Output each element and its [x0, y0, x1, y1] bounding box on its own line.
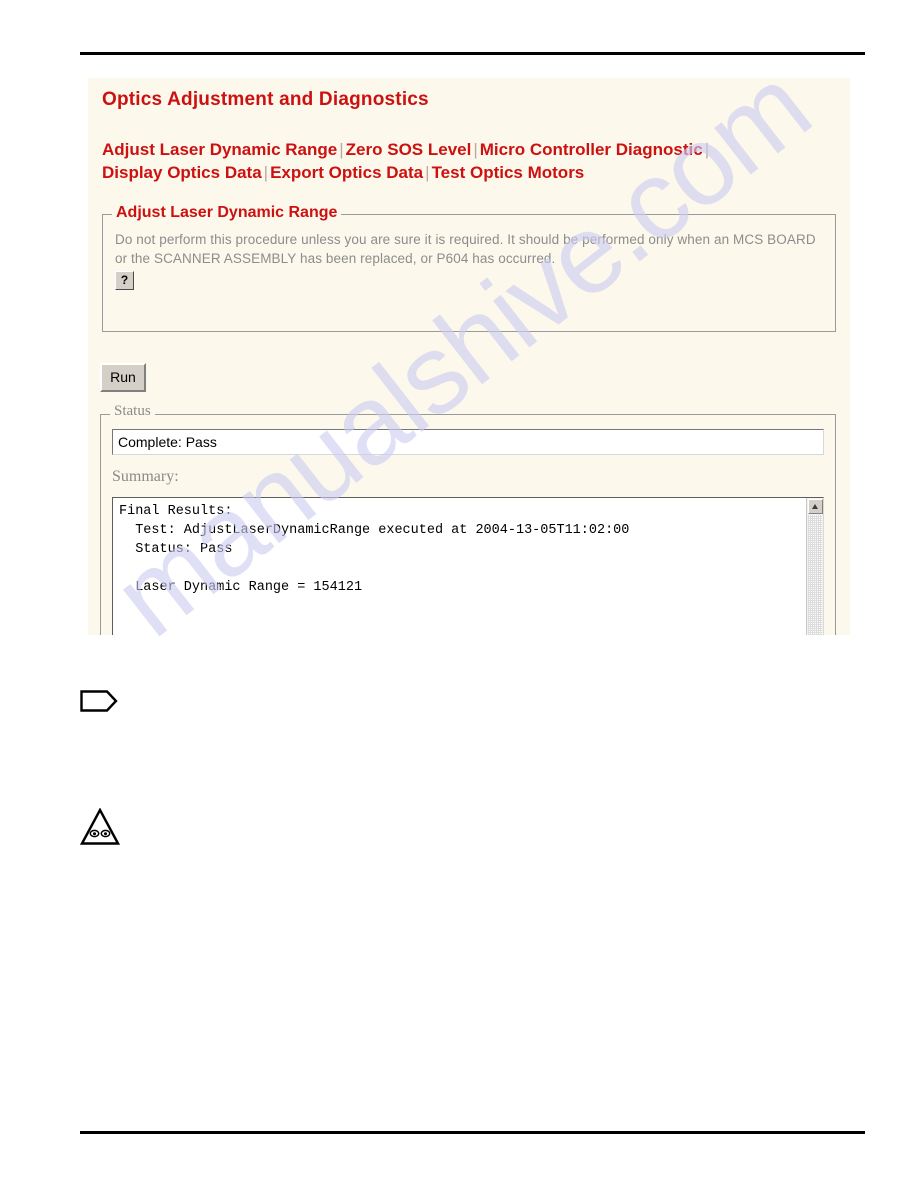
diagnostics-nav: Adjust Laser Dynamic Range | Zero SOS Leve…	[102, 138, 842, 184]
summary-label: Summary:	[112, 468, 179, 485]
nav-separator: |	[704, 140, 710, 159]
nav-link-export-optics-data[interactable]: Export Optics Data	[270, 163, 423, 182]
nav-separator: |	[473, 140, 478, 159]
status-fieldset: Status Summary: Final Results: Test: Adj…	[100, 403, 836, 635]
summary-scrollbar[interactable]	[806, 498, 823, 635]
nav-separator: |	[339, 140, 344, 159]
adjust-laser-dynamic-range-fieldset: Adjust Laser Dynamic Range Do not perfor…	[102, 204, 836, 332]
summary-output-text: Final Results: Test: AdjustLaserDynamicR…	[119, 504, 630, 595]
arrow-up-glyph	[812, 504, 818, 509]
scrollbar-track[interactable]	[808, 515, 822, 635]
nav-separator: |	[263, 163, 269, 182]
summary-output-box[interactable]: Final Results: Test: AdjustLaserDynamicR…	[112, 497, 824, 635]
scroll-up-arrow-icon[interactable]	[808, 499, 823, 514]
header-rule	[80, 52, 865, 55]
optics-diagnostics-panel: Optics Adjustment and Diagnostics Adjust…	[88, 78, 850, 635]
nav-link-test-optics-motors[interactable]: Test Optics Motors	[432, 163, 585, 182]
status-legend: Status	[110, 403, 155, 420]
footer-rule	[80, 1131, 865, 1134]
status-value-field[interactable]	[112, 429, 824, 455]
help-icon[interactable]: ?	[115, 271, 134, 290]
warning-triangle-icon	[80, 808, 120, 845]
nav-link-adjust-laser-dynamic-range[interactable]: Adjust Laser Dynamic Range	[102, 140, 337, 159]
note-tag-icon	[80, 690, 118, 712]
run-button[interactable]: Run	[100, 363, 146, 392]
fieldset-legend: Adjust Laser Dynamic Range	[112, 204, 342, 222]
nav-link-display-optics-data[interactable]: Display Optics Data	[102, 163, 262, 182]
procedure-warning-text: Do not perform this procedure unless you…	[115, 232, 816, 266]
nav-separator: |	[425, 163, 430, 182]
page-title: Optics Adjustment and Diagnostics	[102, 89, 429, 110]
nav-link-zero-sos-level[interactable]: Zero SOS Level	[346, 140, 472, 159]
nav-link-micro-controller-diagnostic[interactable]: Micro Controller Diagnostic	[480, 140, 703, 159]
